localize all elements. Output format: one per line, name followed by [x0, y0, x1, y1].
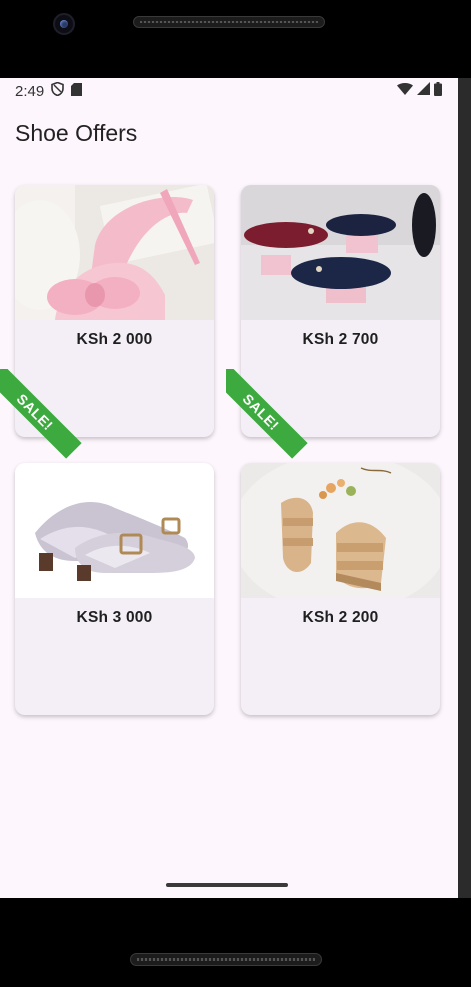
product-image: [241, 185, 440, 320]
signal-icon: [417, 82, 430, 100]
sale-ribbon-label: SALE!: [0, 369, 82, 459]
product-image: [241, 463, 440, 598]
phone-device: 2:49 Shoe Offers KSh 2 000 KSh 2 700 KSh…: [0, 0, 471, 987]
product-image: [15, 463, 214, 598]
battery-icon: [434, 81, 442, 101]
product-image: BIC: [15, 185, 214, 320]
status-bar: 2:49: [0, 78, 458, 104]
home-indicator[interactable]: [166, 883, 288, 887]
status-time: 2:49: [15, 82, 45, 100]
bottom-speaker: [130, 953, 322, 966]
product-card[interactable]: KSh 3 000: [15, 463, 214, 715]
sd-card-icon: [71, 82, 83, 100]
product-card[interactable]: KSh 2 200: [241, 463, 440, 715]
product-price: KSh 3 000: [76, 609, 153, 626]
app-screen: 2:49 Shoe Offers KSh 2 000 KSh 2 700 KSh…: [0, 78, 458, 898]
front-camera: [53, 13, 75, 35]
product-price: KSh 2 200: [302, 609, 379, 626]
product-price: KSh 2 000: [76, 331, 153, 348]
sale-ribbon: SALE!: [0, 369, 90, 459]
sale-ribbon-label: SALE!: [226, 369, 308, 459]
shield-icon: [51, 81, 65, 100]
device-edge: [458, 78, 471, 898]
sale-ribbon: SALE!: [226, 369, 316, 459]
wifi-icon: [397, 82, 413, 100]
page-title: Shoe Offers: [15, 120, 138, 146]
earpiece-speaker: [133, 16, 325, 28]
product-price: KSh 2 700: [302, 331, 379, 348]
